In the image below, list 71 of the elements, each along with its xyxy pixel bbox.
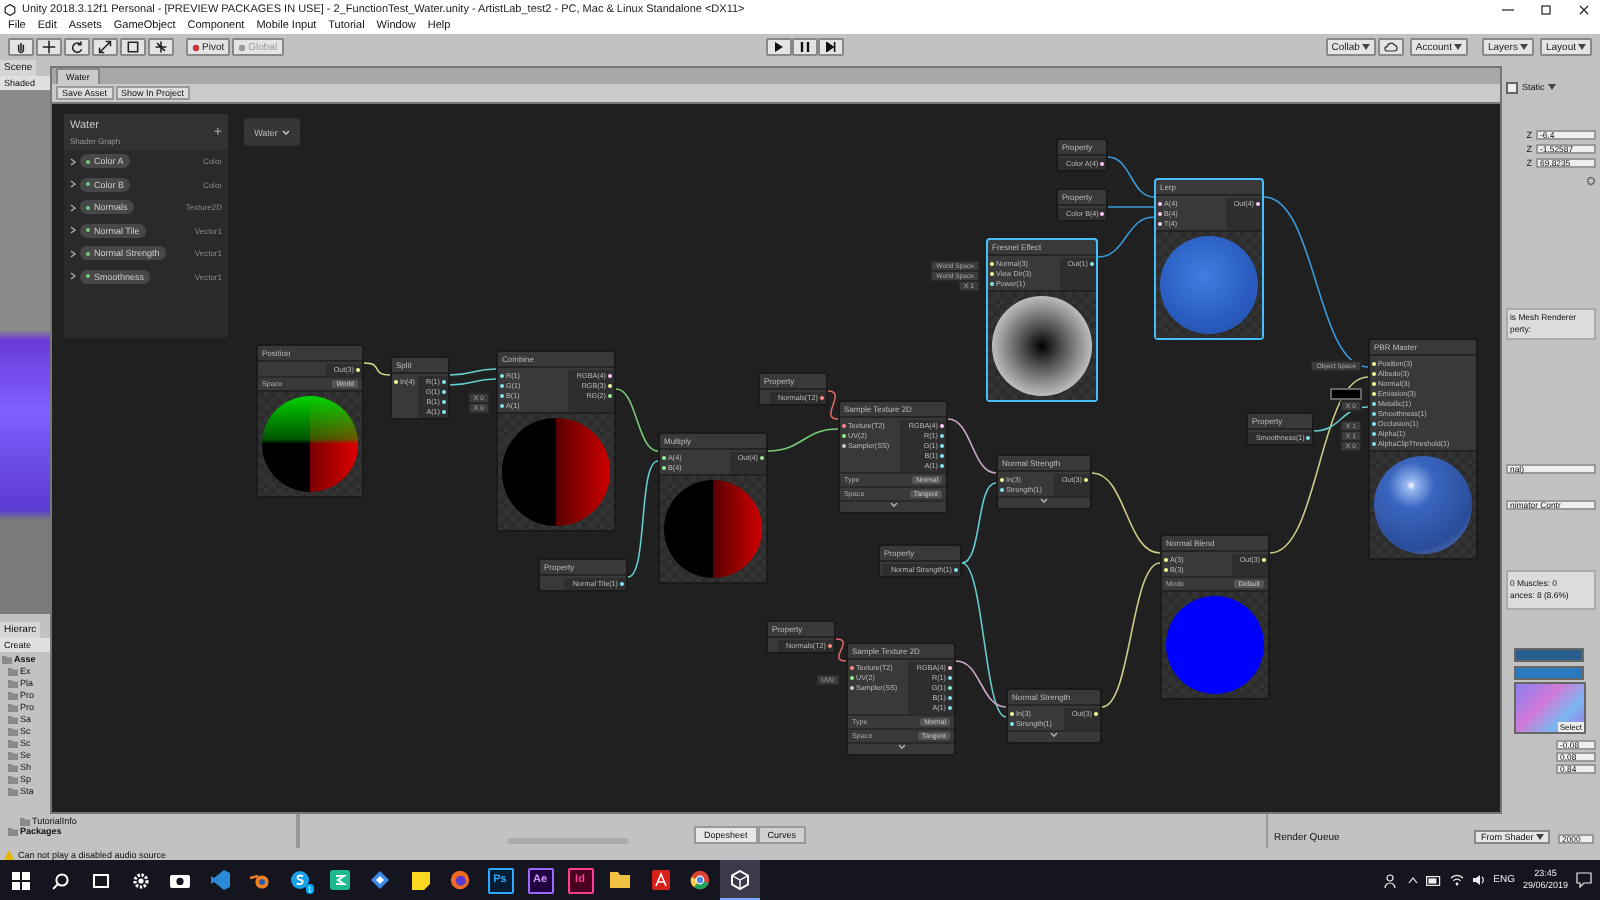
step-button[interactable] [817, 38, 844, 56]
code-editor-icon[interactable] [210, 870, 230, 890]
transform-tool-button[interactable] [148, 38, 174, 56]
dropdown-arrow-icon [1578, 44, 1586, 50]
chevron-up-icon[interactable] [1407, 876, 1418, 884]
document-app-icon[interactable] [651, 870, 669, 890]
rotate-tool-icon [70, 40, 84, 54]
people-icon[interactable] [1383, 873, 1400, 887]
sticky-note-icon[interactable] [411, 871, 429, 889]
connection-wire [835, 638, 847, 662]
chevron-icon[interactable] [889, 502, 897, 508]
volume-icon [1471, 874, 1486, 886]
notifications-icon[interactable] [1576, 872, 1592, 888]
move-tool-button[interactable] [36, 38, 62, 56]
connection-wire [827, 390, 839, 420]
hand-tool-button[interactable] [8, 38, 34, 56]
pivot-dot-icon [192, 43, 200, 51]
blender-logo-icon[interactable] [250, 871, 270, 889]
search-icon[interactable] [51, 871, 69, 889]
color-swatch[interactable] [1330, 388, 1362, 400]
connection-wire [615, 388, 659, 452]
color-swatch[interactable] [1514, 648, 1584, 662]
connection-wire [363, 362, 391, 376]
dropdown-arrow-icon [1548, 84, 1557, 90]
transform-tool-icon [154, 40, 168, 54]
connection-wire [1097, 216, 1155, 258]
cube-logo-icon[interactable] [730, 869, 750, 889]
folder-icon[interactable] [610, 872, 630, 888]
connection-wire [1091, 472, 1161, 554]
network-icon [1449, 874, 1464, 886]
task-view-icon[interactable] [91, 871, 109, 889]
cube-logo-icon [4, 3, 16, 15]
browser-logo-icon[interactable] [690, 870, 710, 890]
scale-tool-button[interactable] [92, 38, 118, 56]
checkbox[interactable] [1506, 81, 1518, 93]
pause-button[interactable] [791, 38, 818, 56]
move-tool-icon [42, 40, 56, 54]
color-swatch[interactable] [1514, 666, 1584, 680]
play-icon [773, 42, 784, 52]
hand-tool-icon [14, 40, 28, 54]
connection-wire [767, 428, 839, 452]
skype-logo-icon[interactable] [290, 870, 310, 890]
windows-logo-icon[interactable] [11, 871, 29, 889]
dot-icon [238, 43, 247, 51]
settings-icon [1586, 176, 1596, 186]
rotate-tool-button[interactable] [64, 38, 90, 56]
connection-wire [947, 418, 997, 474]
scale-tool-icon [98, 40, 112, 54]
settings-icon[interactable] [131, 871, 149, 889]
dropdown-arrow-icon [1361, 44, 1370, 50]
rect-tool-button[interactable] [120, 38, 146, 56]
rect-tool-icon [126, 40, 140, 54]
cloud-button[interactable] [1377, 38, 1404, 56]
connection-wire [627, 460, 659, 578]
browser-logo-icon[interactable] [450, 870, 470, 890]
dropdown-arrow-icon [1453, 44, 1462, 50]
connection-wire [1107, 206, 1155, 208]
connection-wire [1107, 156, 1155, 198]
chevron-icon[interactable] [1040, 498, 1048, 504]
dropdown-arrow-icon [1536, 834, 1544, 840]
chevron-down-icon [281, 129, 290, 135]
play-button[interactable] [765, 38, 792, 56]
chevron-icon[interactable] [897, 744, 905, 750]
battery-icon [1425, 875, 1442, 885]
cloud-icon [1383, 42, 1398, 52]
step-icon [825, 42, 836, 52]
camera-icon[interactable] [170, 872, 190, 888]
pause-icon [799, 42, 810, 52]
chevron-icon[interactable] [1050, 732, 1058, 738]
app-icon[interactable] [370, 870, 390, 890]
dropdown-arrow-icon [1519, 44, 1528, 50]
